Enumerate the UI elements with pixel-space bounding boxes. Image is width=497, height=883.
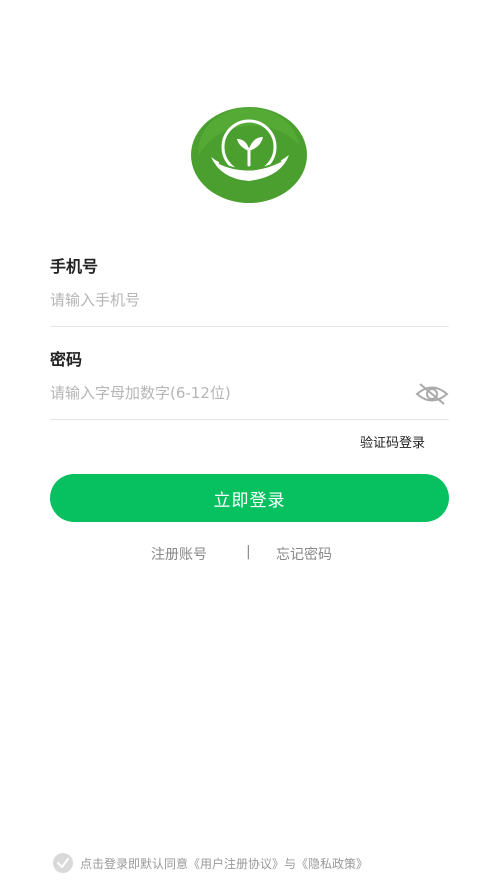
sms-login-link[interactable]: 验证码登录 (360, 432, 425, 451)
agreement-row: 点击登录即默认同意《用户注册协议》与《隐私政策》 (52, 852, 368, 874)
phone-input[interactable] (50, 288, 448, 312)
phone-label: 手机号 (50, 257, 99, 276)
check-circle-icon[interactable] (52, 852, 74, 874)
eye-hidden-icon[interactable] (414, 381, 450, 407)
password-divider (50, 419, 449, 420)
register-link[interactable]: 注册账号 (151, 544, 207, 564)
forgot-password-link[interactable]: 忘记密码 (276, 544, 332, 564)
link-separator: | (246, 544, 251, 560)
agreement-text[interactable]: 点击登录即默认同意《用户注册协议》与《隐私政策》 (80, 855, 368, 872)
login-page: 手机号 密码 验证码登录 立即登录 注册账号 | 忘记密码 点击登录即默认同意《… (0, 0, 497, 883)
app-logo-icon (191, 107, 307, 203)
login-button[interactable]: 立即登录 (50, 474, 449, 522)
password-label: 密码 (50, 350, 83, 369)
password-input[interactable] (50, 381, 400, 405)
phone-divider (50, 326, 449, 327)
